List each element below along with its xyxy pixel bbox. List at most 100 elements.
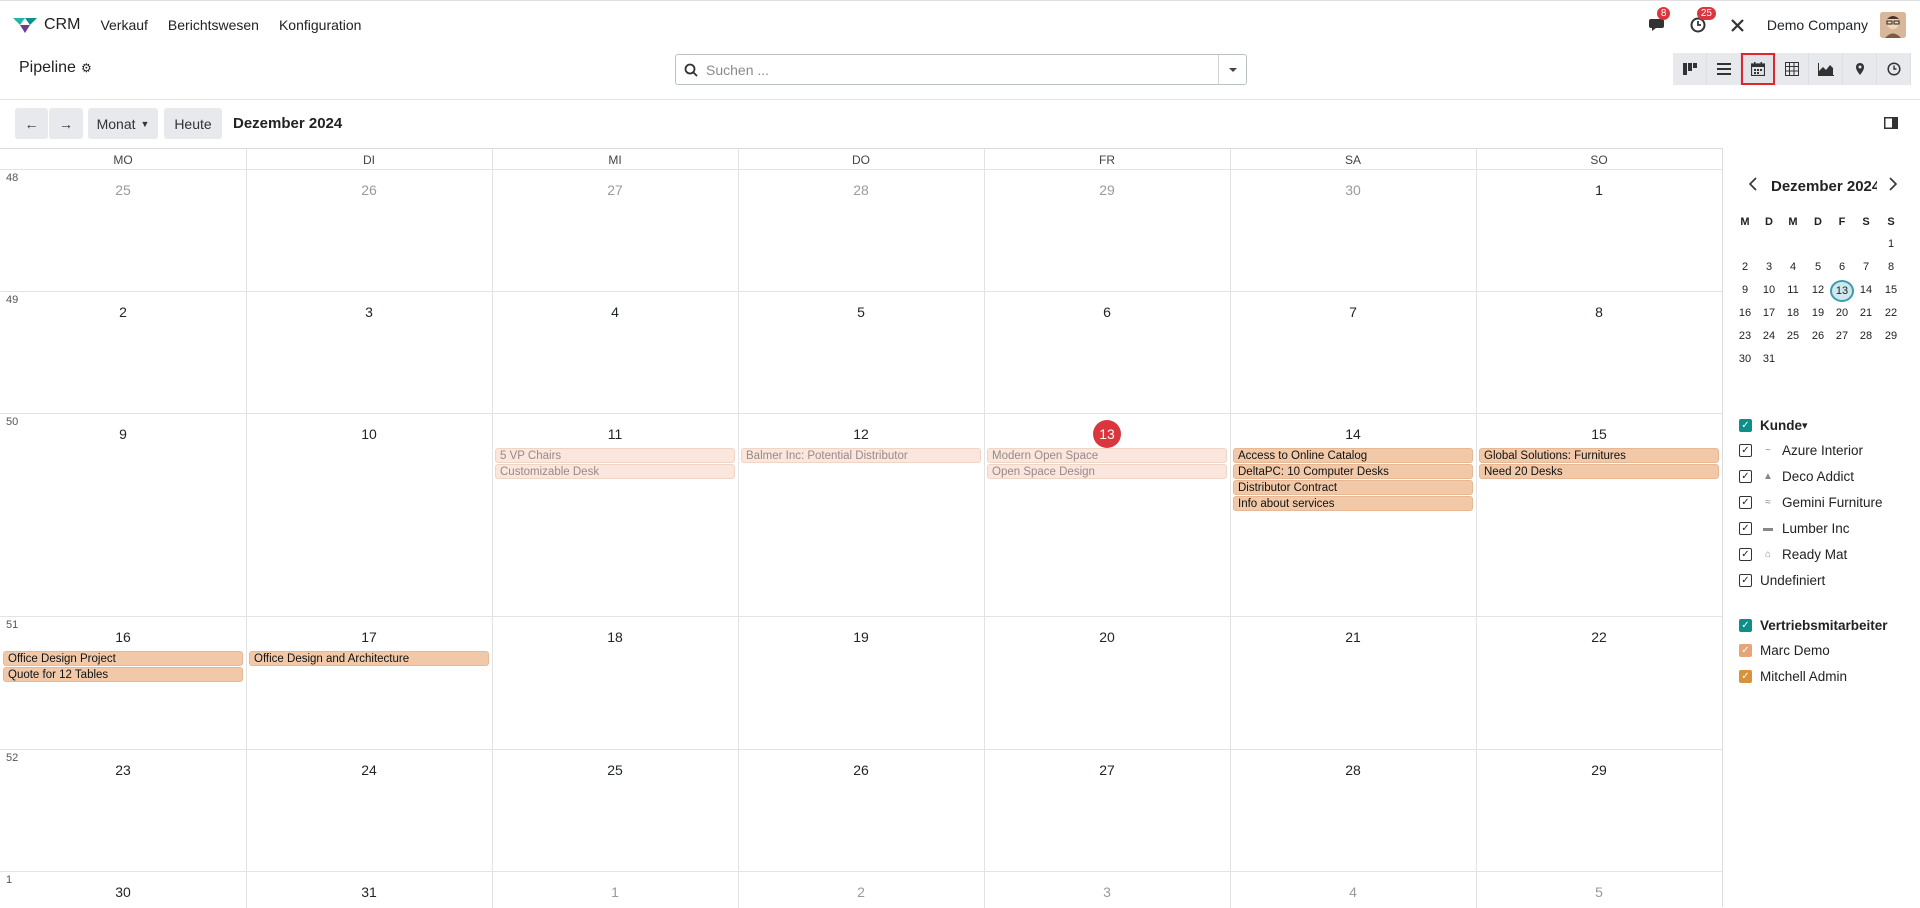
day-number[interactable]: 26 xyxy=(349,182,389,198)
mini-day[interactable]: 13 xyxy=(1830,280,1854,302)
day-number[interactable]: 18 xyxy=(595,629,635,645)
user-avatar[interactable] xyxy=(1880,12,1906,38)
calendar-event[interactable]: 5 VP Chairs xyxy=(495,448,735,463)
calendar-event[interactable]: Access to Online Catalog xyxy=(1233,448,1473,463)
calendar-event[interactable]: Need 20 Desks xyxy=(1479,464,1719,479)
section-checkbox[interactable]: ✓ xyxy=(1739,419,1752,432)
day-cell[interactable] xyxy=(1477,414,1722,616)
menu-berichtswesen[interactable]: Berichtswesen xyxy=(168,17,259,33)
view-pivot[interactable] xyxy=(1775,53,1809,85)
mini-day[interactable]: 23 xyxy=(1733,330,1757,342)
day-number[interactable]: 10 xyxy=(349,426,389,442)
checkbox[interactable]: ✓ xyxy=(1739,670,1752,683)
mini-day[interactable]: 1 xyxy=(1879,238,1903,250)
day-number[interactable]: 16 xyxy=(103,629,143,645)
today-marker[interactable]: 13 xyxy=(1093,420,1121,448)
search-input[interactable] xyxy=(706,55,1218,84)
menu-verkauf[interactable]: Verkauf xyxy=(100,17,147,33)
mini-day[interactable]: 30 xyxy=(1733,353,1757,365)
calendar-event[interactable]: Modern Open Space xyxy=(987,448,1227,463)
filter-section-header[interactable]: ✓ Vertriebsmitarbeiter xyxy=(1739,618,1888,633)
section-checkbox[interactable]: ✓ xyxy=(1739,619,1752,632)
filter-item[interactable]: ✓ Marc Demo xyxy=(1739,643,1830,658)
checkbox[interactable]: ✓ xyxy=(1739,470,1752,483)
day-number[interactable]: 7 xyxy=(1333,304,1373,320)
day-number[interactable]: 4 xyxy=(595,304,635,320)
day-number[interactable]: 30 xyxy=(103,884,143,900)
mini-day[interactable]: 27 xyxy=(1830,330,1854,342)
day-cell[interactable] xyxy=(1,414,246,616)
mini-day[interactable]: 10 xyxy=(1757,284,1781,296)
mini-day[interactable]: 16 xyxy=(1733,307,1757,319)
mini-day[interactable]: 5 xyxy=(1806,261,1830,273)
view-map[interactable] xyxy=(1843,53,1877,85)
filter-item[interactable]: ✓ ⌂ Ready Mat xyxy=(1739,547,1847,562)
view-calendar[interactable] xyxy=(1741,53,1775,85)
calendar-event[interactable]: Office Design and Architecture xyxy=(249,651,489,666)
mini-day[interactable]: 4 xyxy=(1781,261,1805,273)
mini-day[interactable]: 15 xyxy=(1879,284,1903,296)
day-number[interactable]: 12 xyxy=(841,426,881,442)
checkbox[interactable]: ✓ xyxy=(1739,444,1752,457)
day-number[interactable]: 24 xyxy=(349,762,389,778)
mini-prev-button[interactable] xyxy=(1748,177,1757,196)
day-number[interactable]: 28 xyxy=(1333,762,1373,778)
gear-icon[interactable]: ⚙ xyxy=(81,61,92,75)
day-number[interactable]: 21 xyxy=(1333,629,1373,645)
view-activity[interactable] xyxy=(1877,53,1911,85)
day-number[interactable]: 30 xyxy=(1333,182,1373,198)
calendar-event[interactable]: Office Design Project xyxy=(3,651,243,666)
day-number[interactable]: 6 xyxy=(1087,304,1127,320)
search-options-toggle[interactable] xyxy=(1218,55,1246,84)
checkbox[interactable]: ✓ xyxy=(1739,496,1752,509)
day-number[interactable]: 27 xyxy=(1087,762,1127,778)
day-cell[interactable] xyxy=(247,414,492,616)
debug-button[interactable] xyxy=(1727,14,1749,36)
mini-day[interactable]: 31 xyxy=(1757,353,1781,365)
app-brand[interactable]: CRM xyxy=(12,15,80,35)
day-number[interactable]: 20 xyxy=(1087,629,1127,645)
day-number[interactable]: 19 xyxy=(841,629,881,645)
day-number[interactable]: 2 xyxy=(103,304,143,320)
calendar-event[interactable]: DeltaPC: 10 Computer Desks xyxy=(1233,464,1473,479)
menu-konfiguration[interactable]: Konfiguration xyxy=(279,17,362,33)
day-number[interactable]: 1 xyxy=(1579,182,1619,198)
mini-day[interactable]: 12 xyxy=(1806,284,1830,296)
day-number[interactable]: 29 xyxy=(1087,182,1127,198)
day-number[interactable]: 23 xyxy=(103,762,143,778)
day-number[interactable]: 11 xyxy=(595,426,635,442)
calendar-event[interactable]: Balmer Inc: Potential Distributor xyxy=(741,448,981,463)
day-number[interactable]: 14 xyxy=(1333,426,1373,442)
day-cell[interactable] xyxy=(1231,414,1476,616)
day-number[interactable]: 25 xyxy=(103,182,143,198)
checkbox[interactable]: ✓ xyxy=(1739,548,1752,561)
day-cell[interactable] xyxy=(493,414,738,616)
mini-day[interactable]: 20 xyxy=(1830,307,1854,319)
checkbox[interactable]: ✓ xyxy=(1739,574,1752,587)
day-number[interactable]: 22 xyxy=(1579,629,1619,645)
calendar-event[interactable]: Global Solutions: Furnitures xyxy=(1479,448,1719,463)
mini-day[interactable]: 8 xyxy=(1879,261,1903,273)
day-number[interactable]: 5 xyxy=(841,304,881,320)
scale-dropdown[interactable]: Monat ▼ xyxy=(88,108,158,139)
day-number[interactable]: 8 xyxy=(1579,304,1619,320)
filter-item[interactable]: ✓ ▬ Lumber Inc xyxy=(1739,521,1850,536)
mini-day[interactable]: 11 xyxy=(1781,284,1805,296)
day-number[interactable]: 31 xyxy=(349,884,389,900)
filter-item[interactable]: ✓ Mitchell Admin xyxy=(1739,669,1847,684)
filter-item[interactable]: ✓ ~ Azure Interior xyxy=(1739,443,1863,458)
mini-day[interactable]: 28 xyxy=(1854,330,1878,342)
mini-day[interactable]: 17 xyxy=(1757,307,1781,319)
filter-item[interactable]: ✓ ≈ Gemini Furniture xyxy=(1739,495,1883,510)
calendar-event[interactable]: Customizable Desk xyxy=(495,464,735,479)
activities-button[interactable]: 25 xyxy=(1687,7,1716,36)
prev-button[interactable]: ← xyxy=(15,108,48,139)
day-number[interactable]: 15 xyxy=(1579,426,1619,442)
next-button[interactable]: → xyxy=(49,108,83,139)
mini-day[interactable]: 24 xyxy=(1757,330,1781,342)
view-list[interactable] xyxy=(1707,53,1741,85)
mini-day[interactable]: 22 xyxy=(1879,307,1903,319)
view-kanban[interactable] xyxy=(1673,53,1707,85)
mini-day[interactable]: 9 xyxy=(1733,284,1757,296)
day-number[interactable]: 9 xyxy=(103,426,143,442)
